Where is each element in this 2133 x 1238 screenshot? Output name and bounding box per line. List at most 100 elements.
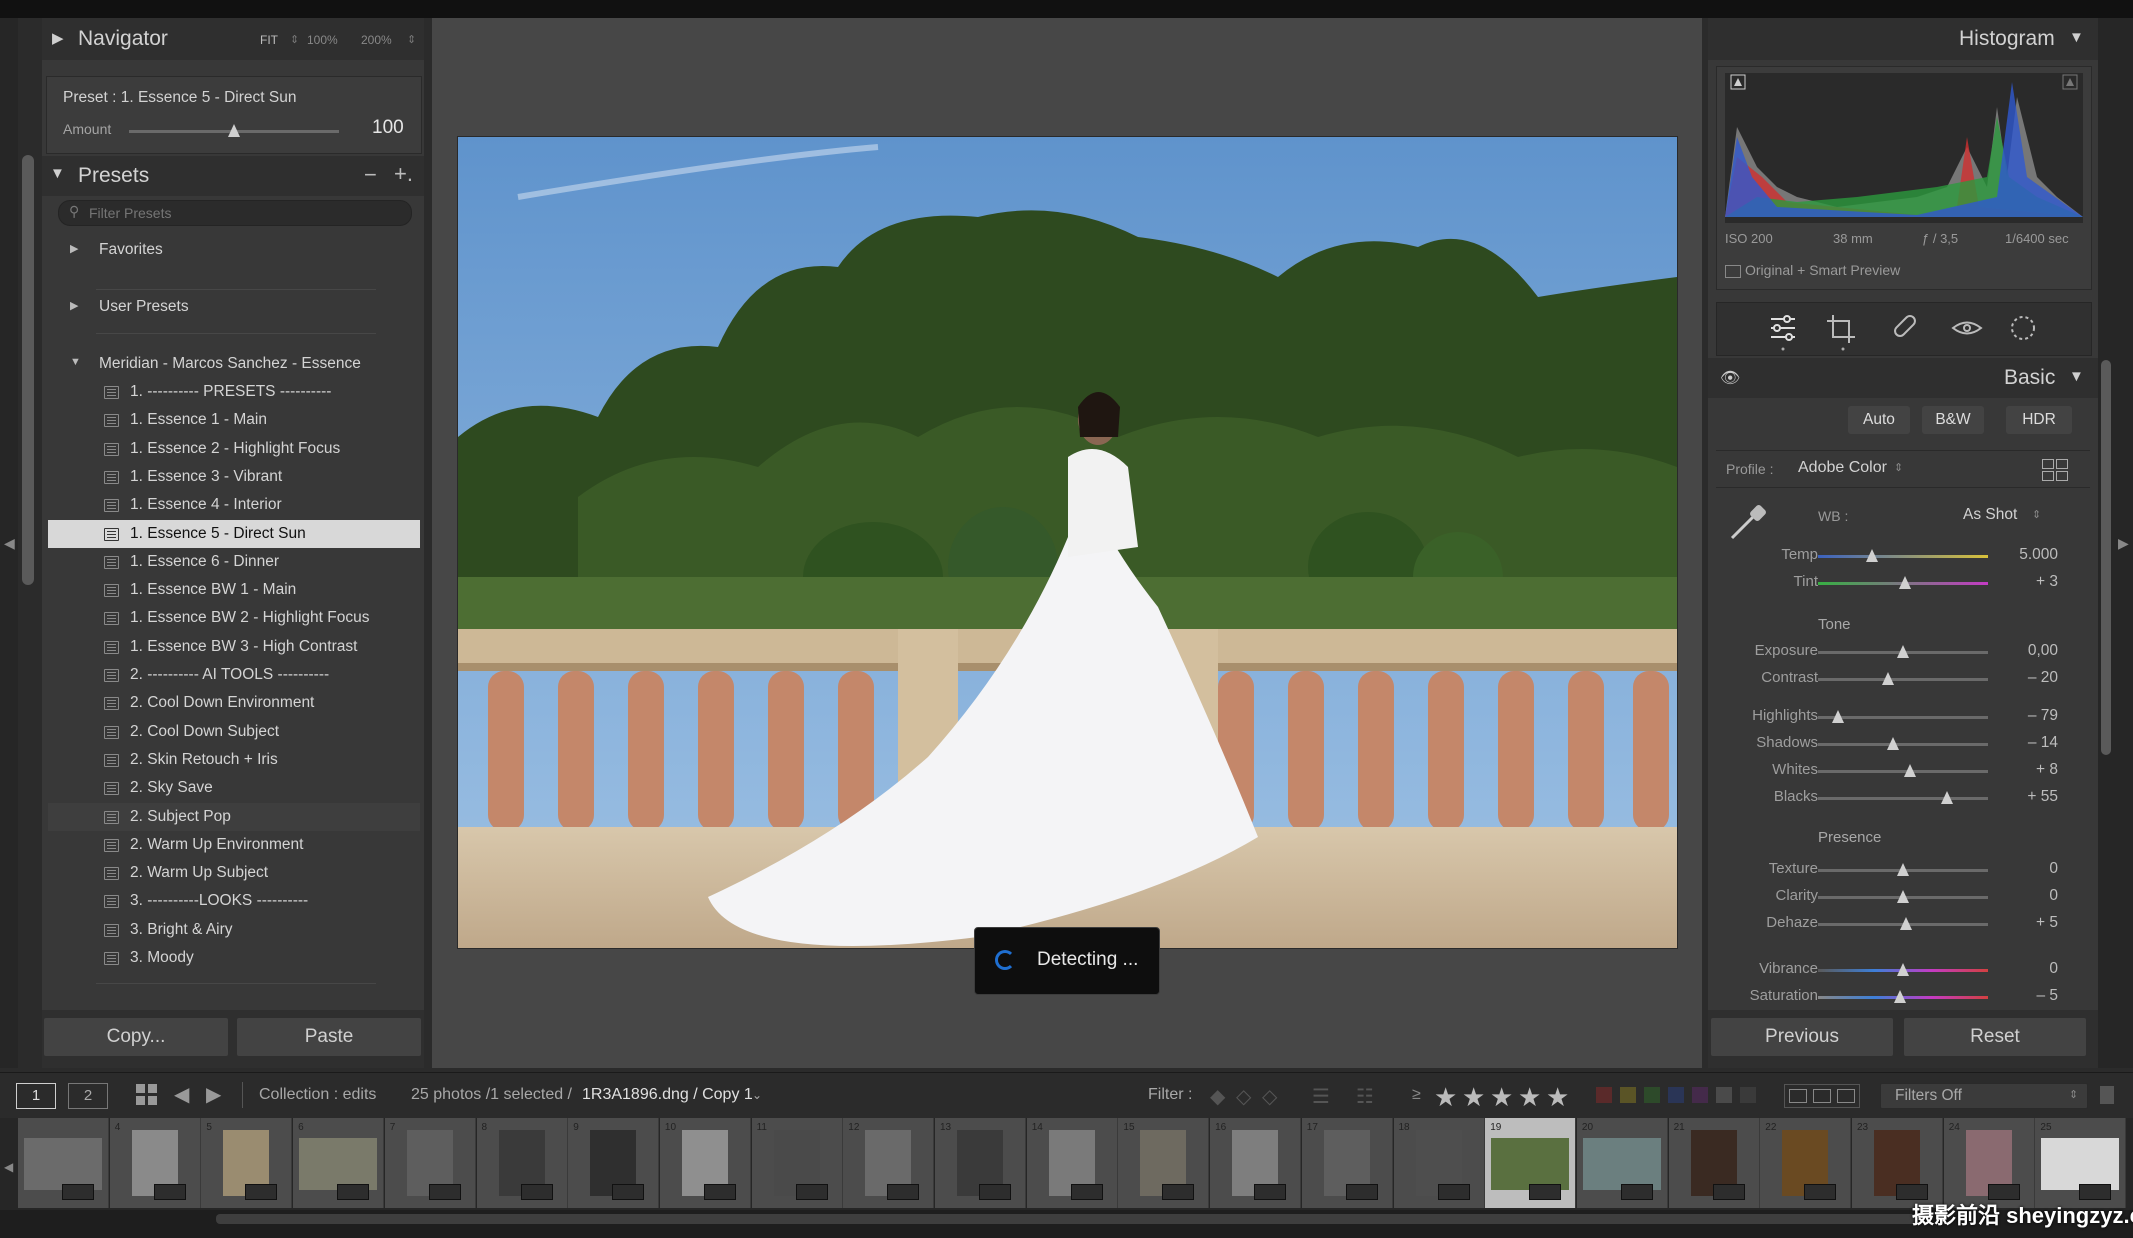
- filename-dropdown-icon[interactable]: ⌄: [752, 1088, 762, 1102]
- preset-item[interactable]: 2. Warm Up Subject: [48, 859, 420, 887]
- filmstrip-thumbnail[interactable]: 20: [1576, 1118, 1668, 1208]
- hdr-button[interactable]: HDR: [2006, 406, 2072, 434]
- preset-item[interactable]: 2. Subject Pop: [48, 802, 420, 831]
- slider-clarity[interactable]: Clarity 0: [1716, 884, 2086, 910]
- slider-highlights[interactable]: Highlights – 79: [1716, 704, 2086, 730]
- slider-track[interactable]: [1818, 743, 1988, 746]
- copy-button[interactable]: Copy...: [44, 1018, 228, 1056]
- preset-item[interactable]: 3. Moody: [48, 944, 420, 972]
- basic-header[interactable]: 👁 Basic ▼: [1708, 358, 2098, 398]
- preview-status[interactable]: Original + Smart Preview: [1745, 262, 1900, 278]
- collapse-triangle-icon[interactable]: ▼: [70, 356, 81, 368]
- color-label-custom[interactable]: [1716, 1087, 1732, 1103]
- previous-button[interactable]: Previous: [1711, 1018, 1893, 1056]
- slider-thumb[interactable]: [1897, 863, 1909, 876]
- preset-item[interactable]: 1. Essence BW 3 - High Contrast: [48, 633, 420, 661]
- slider-value[interactable]: + 55: [1988, 788, 2058, 806]
- filmstrip-thumbnail[interactable]: 7: [384, 1118, 476, 1208]
- edited-filter-icon[interactable]: ☰: [1312, 1084, 1330, 1109]
- filmstrip-thumbnail[interactable]: 14: [1026, 1118, 1118, 1208]
- paste-button[interactable]: Paste: [237, 1018, 421, 1056]
- rating-operator-icon[interactable]: ≥: [1412, 1086, 1421, 1104]
- filter-presets-input[interactable]: [87, 202, 401, 224]
- preset-item[interactable]: 2. Sky Save: [48, 774, 420, 802]
- preset-item[interactable]: 1. Essence 1 - Main: [48, 406, 420, 434]
- filmstrip-scrollbar[interactable]: [216, 1214, 1916, 1224]
- preset-item[interactable]: 1. ---------- PRESETS ----------: [48, 378, 420, 406]
- filmstrip-thumbnail[interactable]: 24: [1943, 1118, 2035, 1208]
- filmstrip-thumbnail[interactable]: 5: [201, 1118, 293, 1208]
- filters-off-dropdown[interactable]: Filters Off ⇕: [1880, 1083, 2088, 1109]
- color-label-blue[interactable]: [1668, 1087, 1684, 1103]
- left-scrollbar[interactable]: [22, 155, 34, 585]
- main-photo[interactable]: [457, 136, 1678, 949]
- flag-pick-icon[interactable]: ◆: [1210, 1084, 1225, 1109]
- healing-icon[interactable]: [1893, 314, 1917, 338]
- masking-icon[interactable]: [2011, 316, 2035, 340]
- left-panel-toggle-icon[interactable]: ◀: [4, 535, 15, 552]
- preset-item[interactable]: 1. Essence 4 - Interior: [48, 491, 420, 519]
- color-label-yellow[interactable]: [1620, 1087, 1636, 1103]
- preset-item[interactable]: 3. ----------LOOKS ----------: [48, 887, 420, 915]
- slider-thumb[interactable]: [1941, 791, 1954, 804]
- slider-shadows[interactable]: Shadows – 14: [1716, 731, 2086, 757]
- group-meridian[interactable]: ▼ Meridian - Marcos Sanchez - Essence: [48, 350, 420, 378]
- filmstrip-thumbnail[interactable]: 23: [1852, 1118, 1943, 1208]
- reset-button[interactable]: Reset: [1904, 1018, 2086, 1056]
- preset-item[interactable]: 1. Essence 3 - Vibrant: [48, 463, 420, 491]
- slider-contrast[interactable]: Contrast – 20: [1716, 666, 2086, 692]
- slider-thumb[interactable]: [1897, 645, 1909, 658]
- color-label-green[interactable]: [1644, 1087, 1660, 1103]
- zoom-100[interactable]: 100%: [307, 33, 338, 47]
- filmstrip-thumbnail[interactable]: 4: [109, 1118, 201, 1208]
- slider-value[interactable]: + 5: [1988, 914, 2058, 932]
- slider-value[interactable]: 0: [1988, 860, 2058, 878]
- preset-item[interactable]: 2. Cool Down Environment: [48, 689, 420, 717]
- wb-dropdown[interactable]: As Shot: [1963, 506, 2017, 524]
- slider-value[interactable]: + 3: [1988, 573, 2058, 591]
- slider-whites[interactable]: Whites + 8: [1716, 758, 2086, 784]
- filmstrip-thumbnail[interactable]: 12: [843, 1118, 935, 1208]
- slider-track[interactable]: [1818, 678, 1988, 681]
- flag-unflagged-icon[interactable]: ◇: [1236, 1084, 1251, 1109]
- slider-value[interactable]: 0: [1988, 960, 2058, 978]
- expand-triangle-icon[interactable]: ▶: [70, 299, 78, 312]
- slider-value[interactable]: – 20: [1988, 669, 2058, 687]
- filmstrip-thumbnail[interactable]: 22: [1760, 1118, 1852, 1208]
- main-window-button[interactable]: 1: [16, 1083, 56, 1109]
- zoom-200[interactable]: 200%: [361, 33, 392, 47]
- copy-status-icons[interactable]: [1784, 1084, 1860, 1108]
- slider-value[interactable]: 0: [1988, 887, 2058, 905]
- preset-item[interactable]: 1. Essence 6 - Dinner: [48, 548, 420, 576]
- preset-item[interactable]: 2. Skin Retouch + Iris: [48, 746, 420, 774]
- lock-filter-icon[interactable]: [2100, 1086, 2114, 1104]
- current-filename[interactable]: 1R3A1896.dng / Copy 1: [582, 1086, 753, 1104]
- unedited-filter-icon[interactable]: ☷: [1356, 1084, 1374, 1109]
- filmstrip-thumbnail[interactable]: 16: [1210, 1118, 1302, 1208]
- right-scrollbar[interactable]: [2101, 360, 2111, 755]
- slider-value[interactable]: 0,00: [1988, 642, 2058, 660]
- preset-item[interactable]: 1. Essence BW 1 - Main: [48, 576, 420, 604]
- grid-view-icon[interactable]: [136, 1084, 158, 1106]
- collapse-triangle-icon[interactable]: ▼: [2069, 29, 2084, 46]
- filmstrip-thumbnail[interactable]: 21: [1668, 1118, 1760, 1208]
- expand-triangle-icon[interactable]: ▶: [52, 29, 64, 47]
- preset-item[interactable]: 2. Warm Up Environment: [48, 831, 420, 859]
- slider-track[interactable]: [1818, 555, 1988, 558]
- bw-button[interactable]: B&W: [1922, 406, 1984, 434]
- slider-track[interactable]: [1818, 797, 1988, 800]
- wb-eyedropper-icon[interactable]: [1724, 496, 1774, 546]
- histogram-graph[interactable]: [1717, 67, 2091, 227]
- slider-thumb[interactable]: [1832, 710, 1845, 723]
- crop-icon[interactable]: [1827, 315, 1855, 343]
- filmstrip-thumbnail[interactable]: 10: [659, 1118, 751, 1208]
- star-icon[interactable]: ★: [1518, 1082, 1541, 1113]
- slider-texture[interactable]: Texture 0: [1716, 857, 2086, 883]
- second-window-button[interactable]: 2: [68, 1083, 108, 1109]
- expand-triangle-icon[interactable]: ▶: [70, 242, 78, 255]
- slider-thumb[interactable]: [1897, 963, 1909, 976]
- star-icon[interactable]: ★: [1490, 1082, 1513, 1113]
- color-label-none[interactable]: [1740, 1087, 1756, 1103]
- slider-thumb[interactable]: [1881, 672, 1894, 685]
- slider-thumb[interactable]: [1886, 737, 1899, 750]
